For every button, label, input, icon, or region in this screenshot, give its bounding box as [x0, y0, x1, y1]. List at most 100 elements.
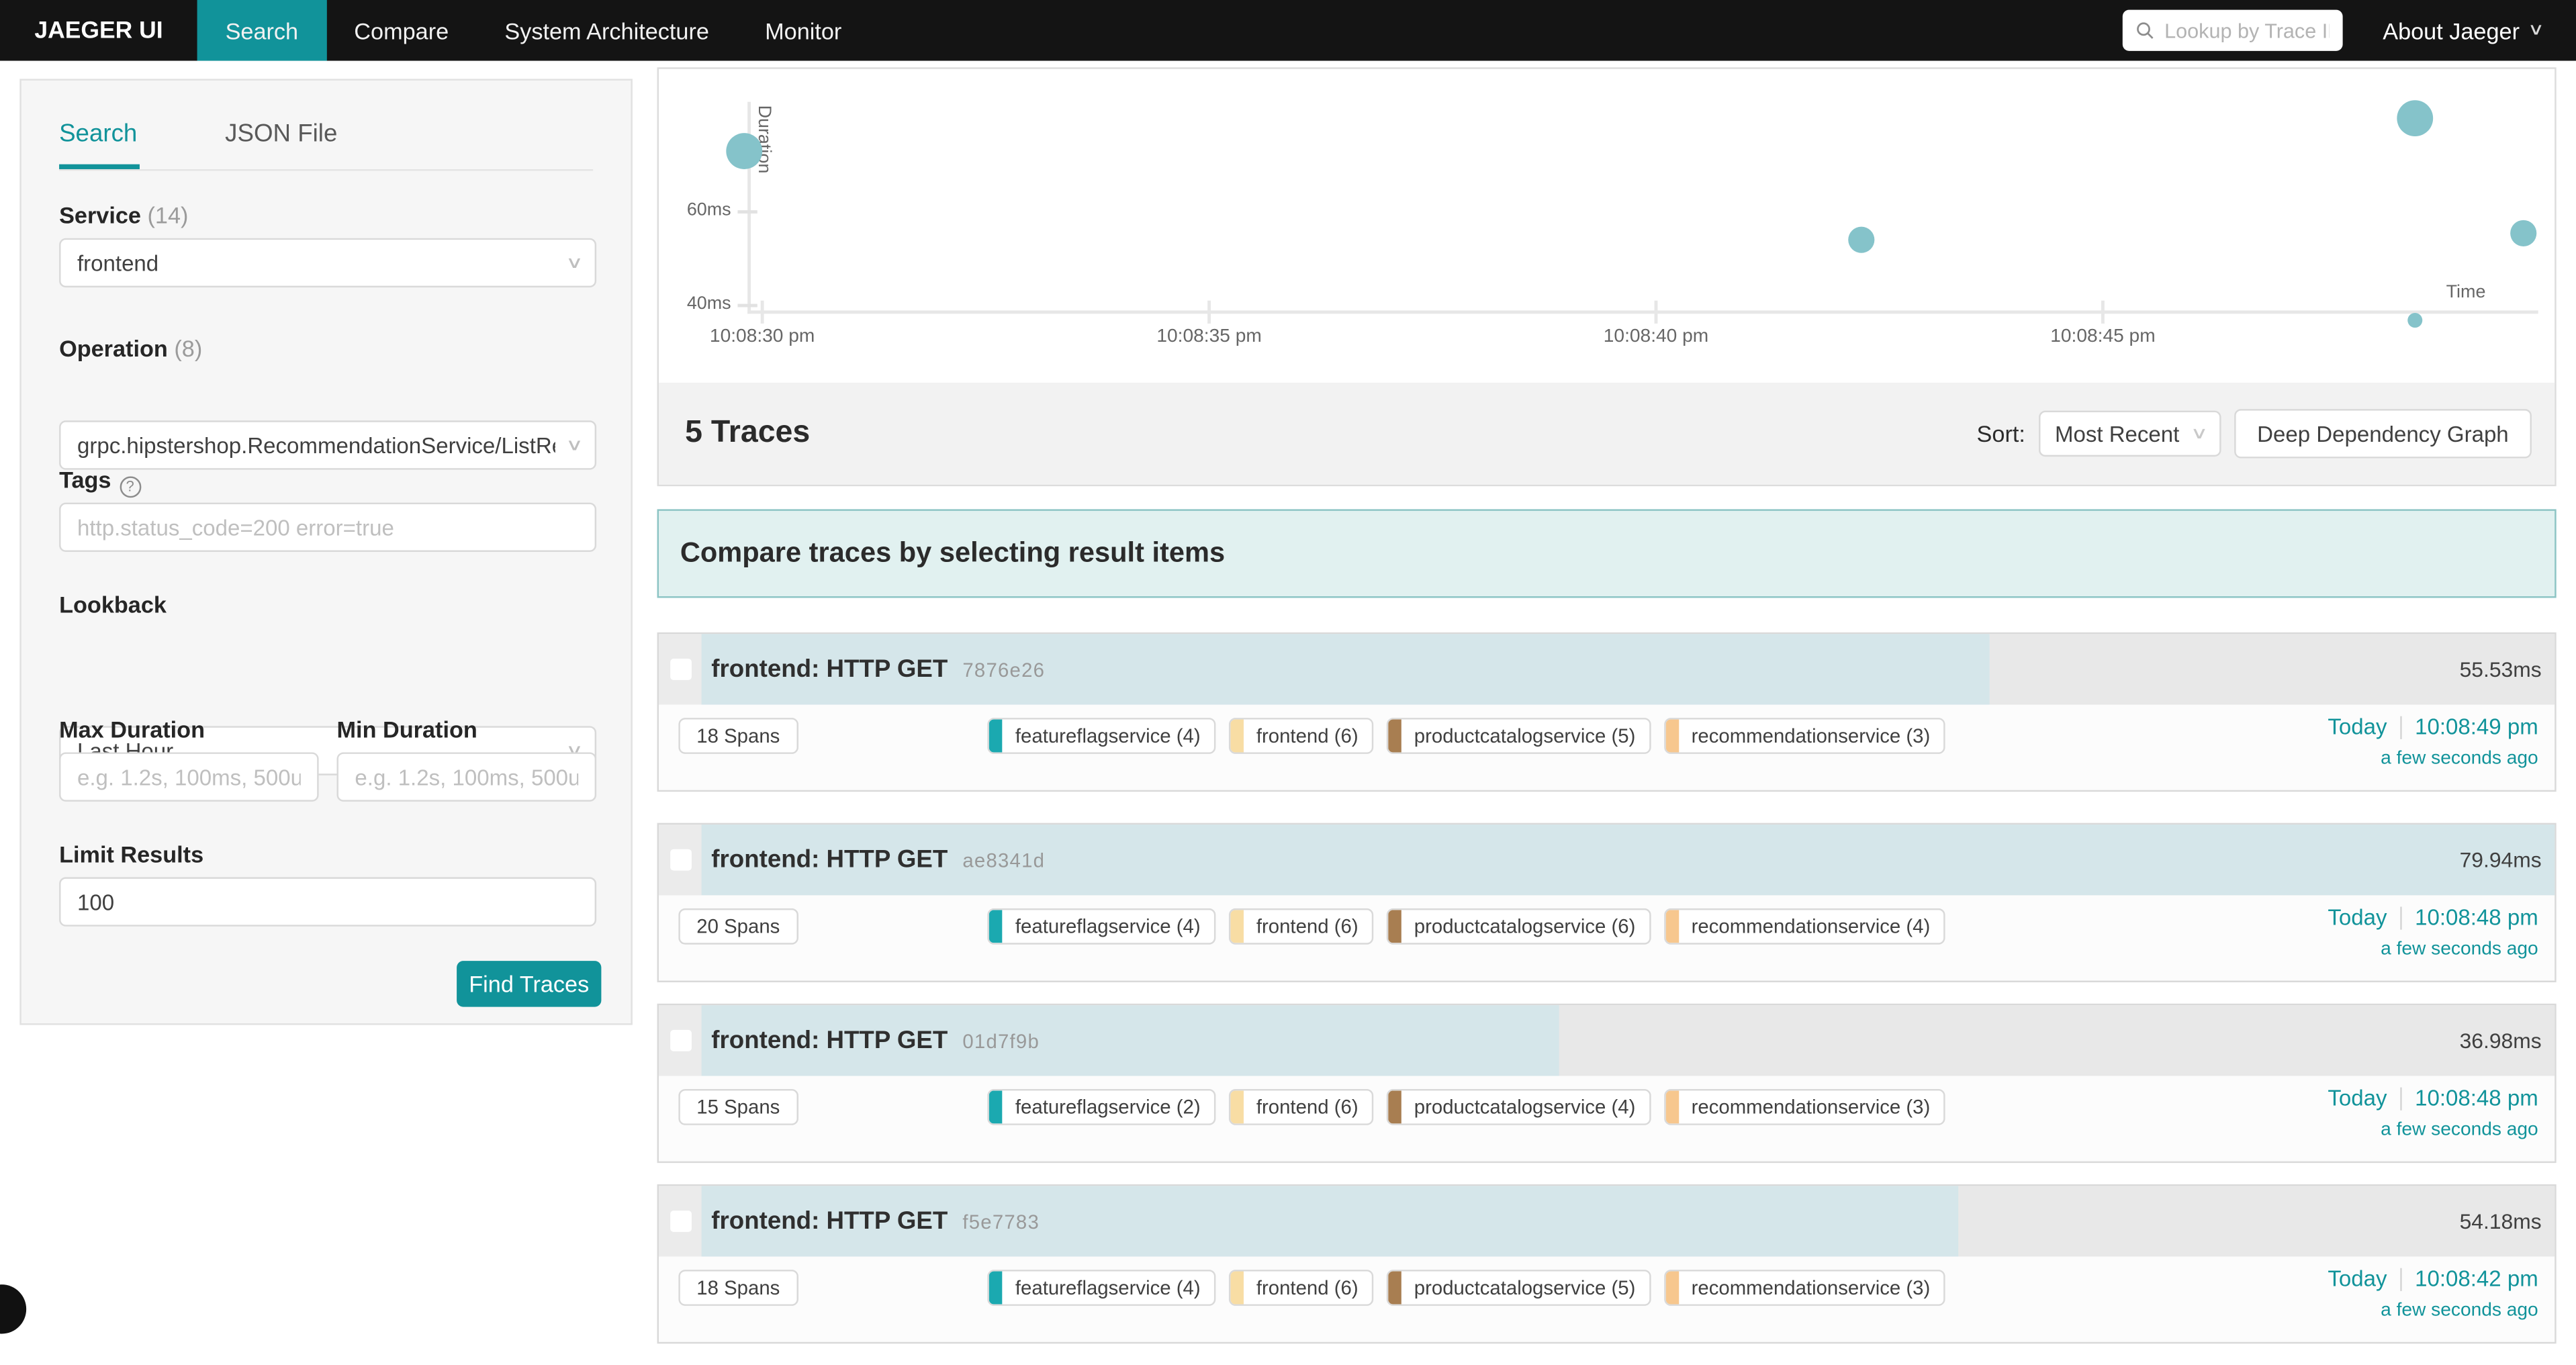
service-color-stripe	[989, 1090, 1003, 1123]
corner-widget-icon[interactable]	[0, 1284, 26, 1333]
tags-field	[59, 503, 596, 552]
app-logo[interactable]: JAEGER UI	[0, 0, 197, 61]
deep-dependency-graph-button[interactable]: Deep Dependency Graph	[2234, 409, 2532, 458]
trace-date: Today	[2328, 1086, 2387, 1111]
active-tab-indicator	[59, 164, 140, 169]
trace-time[interactable]: 10:08:49 pm	[2415, 714, 2538, 739]
trace-title: frontend: HTTP GET	[711, 655, 948, 684]
service-color-stripe	[1230, 910, 1244, 943]
trace-select-checkbox[interactable]	[670, 849, 691, 871]
limit-results-input[interactable]	[77, 890, 578, 914]
trace-lookup-box[interactable]	[2123, 10, 2344, 51]
jaeger-ui-page: JAEGER UI SearchCompareSystem Architectu…	[0, 0, 2576, 1309]
trace-date: Today	[2328, 905, 2387, 930]
service-chip-label: productcatalogservice (6)	[1401, 910, 1649, 943]
nav-item-system-architecture[interactable]: System Architecture	[477, 0, 737, 61]
x-axis-tick-label: 10:08:40 pm	[1582, 327, 1730, 346]
trace-duration: 36.98ms	[2460, 1028, 2542, 1053]
tab-json-file[interactable]: JSON File	[225, 120, 337, 148]
max-duration-input[interactable]	[77, 765, 301, 790]
trace-select-checkbox[interactable]	[670, 1030, 691, 1051]
trace-scatter-point[interactable]	[2408, 312, 2423, 327]
sort-select-value: Most Recent	[2055, 422, 2179, 446]
service-chip: recommendationservice (3)	[1663, 1270, 1945, 1306]
checkbox-zone	[659, 825, 702, 895]
timestamp-divider	[2400, 715, 2401, 738]
service-chips: featureflagservice (4)frontend (6)produc…	[987, 718, 1958, 754]
x-axis-tick-label: 10:08:35 pm	[1135, 327, 1283, 346]
tags-label: Tags?	[59, 467, 140, 497]
trace-lookup-input[interactable]	[2164, 19, 2330, 42]
trace-time[interactable]: 10:08:48 pm	[2415, 1086, 2538, 1111]
trace-scatter-point[interactable]	[1848, 226, 1874, 252]
service-chips: featureflagservice (2)frontend (6)produc…	[987, 1089, 1958, 1125]
tags-input[interactable]	[77, 515, 578, 540]
chevron-down-icon: ∨	[2189, 424, 2207, 442]
operation-count: (8)	[174, 335, 202, 361]
nav-item-search[interactable]: Search	[197, 0, 326, 61]
results-toolbar: 5 Traces Sort: Most Recent ∨ Deep Depend…	[659, 383, 2555, 485]
service-select[interactable]: frontend ∨	[59, 238, 596, 287]
service-chip-label: recommendationservice (4)	[1678, 910, 1943, 943]
service-color-stripe	[1230, 1090, 1244, 1123]
y-axis-tick	[737, 210, 757, 214]
trace-result-row[interactable]: frontend: HTTP GET f5e7783 54.18ms 18 Sp…	[657, 1184, 2557, 1344]
service-chip: frontend (6)	[1228, 1270, 1373, 1306]
trace-row-header[interactable]: frontend: HTTP GET ae8341d 79.94ms	[659, 825, 2555, 895]
min-duration-field	[337, 752, 597, 801]
x-axis-line	[747, 310, 2538, 314]
service-chip-label: frontend (6)	[1243, 1272, 1371, 1305]
trace-time[interactable]: 10:08:42 pm	[2415, 1266, 2538, 1291]
tab-search[interactable]: Search	[59, 120, 137, 148]
trace-scatter-point[interactable]	[2510, 220, 2536, 246]
service-chip: productcatalogservice (4)	[1386, 1089, 1650, 1125]
trace-row-header-content: frontend: HTTP GET 7876e26 55.53ms	[711, 634, 2541, 704]
trace-result-row[interactable]: frontend: HTTP GET 01d7f9b 36.98ms 15 Sp…	[657, 1004, 2557, 1163]
trace-scatter-point[interactable]	[2397, 101, 2434, 137]
trace-id: 01d7f9b	[962, 1029, 1040, 1052]
service-color-stripe	[1388, 910, 1401, 943]
service-chip-label: productcatalogservice (5)	[1401, 720, 1649, 753]
trace-result-row[interactable]: frontend: HTTP GET 7876e26 55.53ms 18 Sp…	[657, 632, 2557, 792]
nav-item-compare[interactable]: Compare	[326, 0, 477, 61]
trace-row-header[interactable]: frontend: HTTP GET 7876e26 55.53ms	[659, 634, 2555, 704]
service-chip: productcatalogservice (5)	[1386, 1270, 1650, 1306]
service-color-stripe	[989, 1272, 1003, 1305]
service-chip-label: recommendationservice (3)	[1678, 1272, 1943, 1305]
trace-row-header[interactable]: frontend: HTTP GET f5e7783 54.18ms	[659, 1186, 2555, 1256]
about-jaeger-menu[interactable]: About Jaeger ∨	[2383, 17, 2541, 44]
help-circle-icon[interactable]: ?	[120, 475, 141, 497]
max-duration-field	[59, 752, 319, 801]
min-duration-input[interactable]	[355, 765, 578, 790]
service-chip-label: productcatalogservice (4)	[1401, 1090, 1649, 1123]
trace-row-body: 15 Spans featureflagservice (2)frontend …	[659, 1076, 2555, 1161]
chevron-down-icon: ∨	[2527, 21, 2544, 40]
trace-scatter-point[interactable]	[727, 133, 763, 169]
timestamp-divider	[2400, 906, 2401, 929]
timestamp-divider	[2400, 1267, 2401, 1290]
trace-row-header[interactable]: frontend: HTTP GET 01d7f9b 36.98ms	[659, 1005, 2555, 1076]
span-count-chip: 15 Spans	[678, 1089, 798, 1125]
service-color-stripe	[1388, 720, 1401, 753]
nav-item-monitor[interactable]: Monitor	[737, 0, 870, 61]
service-chip: frontend (6)	[1228, 908, 1373, 945]
trace-id: f5e7783	[962, 1210, 1040, 1233]
sort-select[interactable]: Most Recent ∨	[2038, 411, 2221, 457]
search-sidebar: Search JSON File Service (14) frontend ∨…	[19, 79, 633, 1025]
operation-select[interactable]: grpc.hipstershop.RecommendationService/L…	[59, 420, 596, 469]
compare-banner: Compare traces by selecting result items	[657, 509, 2557, 598]
trace-row-header-content: frontend: HTTP GET ae8341d 79.94ms	[711, 825, 2541, 895]
trace-time[interactable]: 10:08:48 pm	[2415, 905, 2538, 930]
trace-select-checkbox[interactable]	[670, 659, 691, 680]
top-navbar: JAEGER UI SearchCompareSystem Architectu…	[0, 0, 2576, 61]
trace-select-checkbox[interactable]	[670, 1211, 691, 1232]
duration-scatterplot[interactable]: Duration Time 10:08:30 pm10:08:35 pm10:0…	[659, 69, 2555, 386]
trace-results-panel: Duration Time 10:08:30 pm10:08:35 pm10:0…	[657, 67, 2557, 486]
find-traces-button[interactable]: Find Traces	[457, 961, 601, 1007]
trace-result-row[interactable]: frontend: HTTP GET ae8341d 79.94ms 20 Sp…	[657, 823, 2557, 982]
trace-duration: 54.18ms	[2460, 1209, 2542, 1234]
service-chip-label: frontend (6)	[1243, 1090, 1371, 1123]
checkbox-zone	[659, 1005, 702, 1076]
service-chip-label: frontend (6)	[1243, 910, 1371, 943]
trace-date: Today	[2328, 1266, 2387, 1291]
